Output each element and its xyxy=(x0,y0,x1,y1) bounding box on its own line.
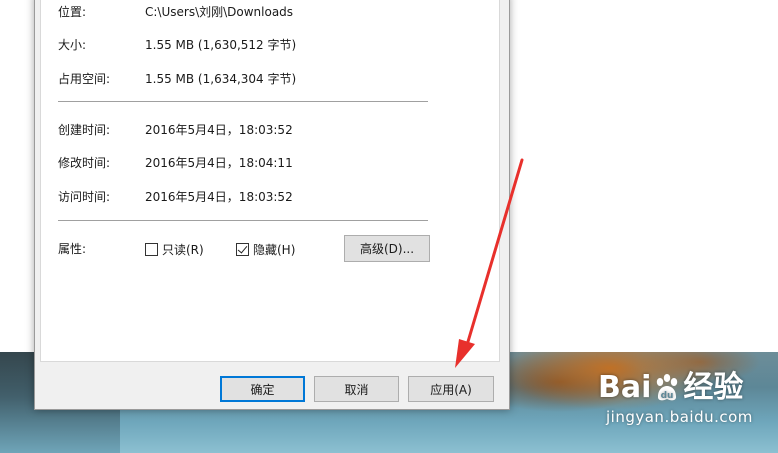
svg-text:du: du xyxy=(661,391,674,401)
watermark-brand-right: 经验 xyxy=(683,370,744,405)
baidu-watermark: Bai du 经验 jingyan.baidu.com xyxy=(598,372,753,427)
watermark-brand: Bai du 经验 xyxy=(598,372,753,404)
watermark-url: jingyan.baidu.com xyxy=(606,408,753,426)
arrow-head-icon xyxy=(455,339,475,368)
watermark-brand-left: Bai xyxy=(598,370,652,405)
baidu-paw-icon: du xyxy=(657,374,678,401)
arrow-shaft xyxy=(465,158,524,347)
